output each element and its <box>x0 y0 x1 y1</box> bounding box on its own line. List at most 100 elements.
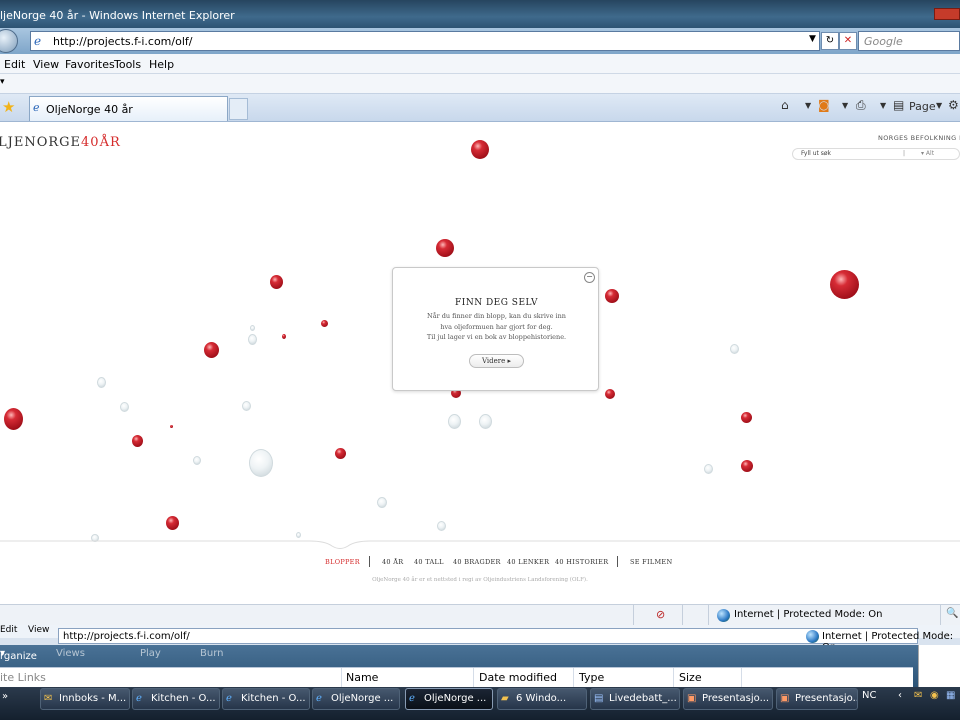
clear-drop[interactable] <box>248 334 257 345</box>
menu-view[interactable]: View <box>33 58 59 71</box>
red-drop[interactable] <box>741 460 753 472</box>
nav-se-filmen[interactable]: SE FILMEN <box>630 558 672 566</box>
red-drop[interactable] <box>436 239 454 257</box>
red-drop[interactable] <box>605 389 615 399</box>
bg-left-link[interactable]: ite Links <box>0 671 46 684</box>
nav-40-ar[interactable]: 40 ÅR <box>382 558 403 566</box>
home-icon[interactable]: ⌂ <box>781 98 789 112</box>
menu-favorites[interactable]: Favorites <box>65 58 115 71</box>
nav-blopper[interactable]: BLOPPER <box>325 558 360 566</box>
quick-launch-icon[interactable]: » <box>2 691 8 702</box>
window-close-button[interactable] <box>934 8 960 20</box>
chevron-down-icon[interactable]: ▼ <box>842 101 848 110</box>
page-menu-button[interactable]: Page <box>909 100 936 113</box>
bg-play-button[interactable]: Play <box>140 648 161 659</box>
tray-expand-icon[interactable]: ‹ <box>898 690 902 701</box>
clear-drop[interactable] <box>250 325 255 331</box>
clear-drop[interactable] <box>120 402 129 412</box>
red-drop[interactable] <box>132 435 143 447</box>
clear-drop[interactable] <box>704 464 713 474</box>
column-type[interactable]: Type <box>579 671 604 684</box>
taskbar-item[interactable]: ▣ Presentasjo... <box>683 688 773 710</box>
favorites-star-icon[interactable]: ★ <box>2 98 15 116</box>
language-indicator[interactable]: NC <box>862 690 876 701</box>
chevron-down-icon[interactable]: ▾ <box>0 77 5 87</box>
new-tab-button[interactable] <box>229 98 248 120</box>
videre-button[interactable]: Videre ▸ <box>469 354 524 368</box>
nav-40-historier[interactable]: 40 HISTORIER <box>555 558 608 566</box>
red-drop[interactable] <box>830 270 859 299</box>
column-divider <box>741 668 742 688</box>
menu-tools[interactable]: Tools <box>114 58 141 71</box>
red-drop[interactable] <box>270 275 283 289</box>
chevron-down-icon[interactable]: ▼ <box>805 101 811 110</box>
tools-gear-icon[interactable]: ⚙ <box>948 98 959 112</box>
clear-drop[interactable] <box>377 497 387 508</box>
chevron-down-icon[interactable]: ▼ <box>809 34 816 44</box>
chevron-down-icon[interactable]: ▼ <box>880 101 886 110</box>
clear-drop[interactable] <box>448 414 461 429</box>
taskbar-item[interactable]: ▤ Livedebatt_... <box>590 688 680 710</box>
popup-blocker-icon[interactable]: ⊘ <box>656 608 665 621</box>
bg-menu-edit[interactable]: Edit <box>0 625 17 635</box>
chevron-down-icon[interactable]: ▼ <box>936 101 942 110</box>
page-search-input[interactable]: Fyll ut søk | ▾ Alt <box>792 148 960 160</box>
menu-help[interactable]: Help <box>149 58 174 71</box>
bg-menu-view[interactable]: View <box>28 625 49 635</box>
clear-drop[interactable] <box>479 414 492 429</box>
clear-drop[interactable] <box>437 521 446 531</box>
red-drop[interactable] <box>471 140 489 159</box>
site-logo[interactable]: LJENORGE40ÅR <box>0 135 121 150</box>
red-drop[interactable] <box>166 516 179 530</box>
mail-tray-icon[interactable]: ✉ <box>914 690 922 701</box>
ie-icon: ℯ <box>409 693 415 704</box>
red-drop[interactable] <box>321 320 328 327</box>
clear-drop[interactable] <box>730 344 739 354</box>
clear-drop[interactable] <box>193 456 201 465</box>
menu-edit[interactable]: Edit <box>4 58 25 71</box>
taskbar-item-active[interactable]: ℯ OljeNorge ... <box>405 688 493 710</box>
tab-oljenorge[interactable]: ℯ OljeNorge 40 år <box>29 96 228 121</box>
red-drop[interactable] <box>170 425 173 428</box>
taskbar-item[interactable]: ℯ OljeNorge ... <box>312 688 400 710</box>
red-drop[interactable] <box>4 408 23 430</box>
taskbar-item[interactable]: ▰ 6 Windo... <box>497 688 587 710</box>
clear-drop[interactable] <box>296 532 301 538</box>
bg-views-button[interactable]: Views <box>56 648 85 659</box>
nav-40-bragder[interactable]: 40 BRAGDER <box>453 558 501 566</box>
red-drop[interactable] <box>335 448 346 459</box>
red-drop[interactable] <box>741 412 752 423</box>
taskbar-item[interactable]: ℯ Kitchen - O... <box>132 688 220 710</box>
red-drop[interactable] <box>605 289 619 303</box>
taskbar-item[interactable]: ✉ Innboks - M... <box>40 688 130 710</box>
security-zone[interactable]: Internet | Protected Mode: On <box>734 609 882 620</box>
tray-icon[interactable]: ▦ <box>946 690 955 701</box>
column-name[interactable]: Name <box>346 671 378 684</box>
red-drop[interactable] <box>204 342 219 358</box>
red-drop[interactable] <box>282 334 286 339</box>
taskbar-item[interactable]: ▣ Presentasjo... <box>776 688 858 710</box>
bg-burn-button[interactable]: Burn <box>200 648 223 659</box>
column-date-modified[interactable]: Date modified <box>479 671 557 684</box>
clear-drop[interactable] <box>249 449 273 477</box>
tray-icon[interactable]: ◉ <box>930 690 939 701</box>
clear-drop[interactable] <box>242 401 251 411</box>
rss-feed-icon[interactable]: ◙ <box>818 98 830 112</box>
search-divider: | <box>903 150 906 157</box>
clear-drop[interactable] <box>97 377 106 388</box>
back-button[interactable] <box>0 29 18 53</box>
search-input[interactable]: Google <box>858 31 960 51</box>
nav-40-lenker[interactable]: 40 LENKER <box>507 558 549 566</box>
dialog-close-button[interactable]: − <box>584 272 595 283</box>
address-bar[interactable]: ℯ http://projects.f-i.com/olf/ ▼ <box>30 31 820 51</box>
bg-address-bar[interactable]: http://projects.f-i.com/olf/ <box>58 628 918 644</box>
nav-40-tall[interactable]: 40 TALL <box>414 558 444 566</box>
stop-button[interactable]: ✕ <box>839 32 857 50</box>
print-icon[interactable]: ⎙ <box>856 98 866 113</box>
bg-organize-button[interactable]: rganize ▾ <box>0 648 37 662</box>
refresh-button[interactable]: ↻ <box>821 32 839 50</box>
zoom-icon[interactable]: 🔍 <box>946 608 958 619</box>
taskbar-item[interactable]: ℯ Kitchen - O... <box>222 688 310 710</box>
column-size[interactable]: Size <box>679 671 702 684</box>
search-filter-select[interactable]: ▾ Alt <box>921 150 934 157</box>
